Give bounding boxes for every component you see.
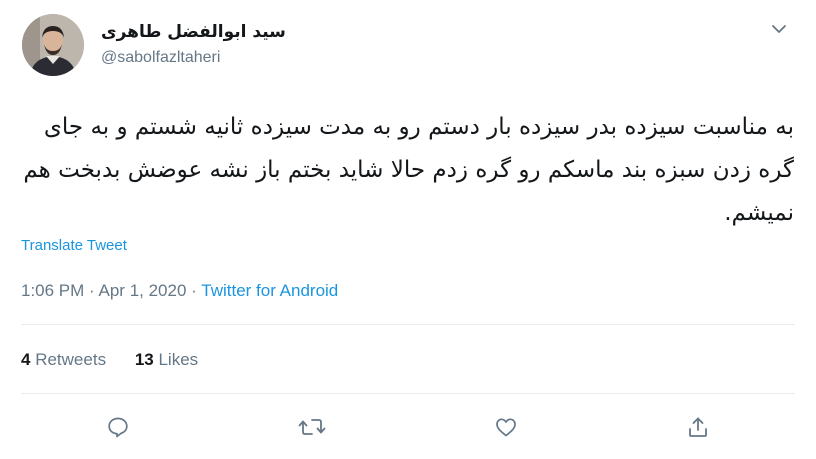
- likes-count: 13: [134, 350, 154, 369]
- user-handle[interactable]: @sabolfazltaheri: [101, 49, 220, 67]
- tweet-actions: [0, 409, 816, 445]
- reply-button[interactable]: [100, 409, 136, 445]
- reply-icon: [108, 417, 128, 438]
- tweet-source-link[interactable]: Twitter for Android: [201, 281, 338, 300]
- tweet-date[interactable]: Apr 1, 2020: [99, 281, 187, 300]
- like-button[interactable]: [488, 409, 524, 445]
- chevron-down-icon: [772, 25, 786, 33]
- retweets-count: 4: [21, 350, 31, 369]
- tweet-stats: 4 Retweets 13 Likes: [21, 350, 222, 370]
- likes-stat[interactable]: 13 Likes: [135, 350, 198, 370]
- divider: [21, 393, 795, 394]
- retweets-label: Retweets: [35, 350, 107, 369]
- retweet-button[interactable]: [294, 409, 330, 445]
- tweet-metadata: 1:06 PM · Apr 1, 2020 · Twitter for Andr…: [21, 281, 338, 301]
- likes-label: Likes: [158, 350, 199, 369]
- divider: [21, 324, 795, 325]
- tweet-text: به مناسبت سیزده بدر سیزده بار دستم رو به…: [23, 114, 794, 226]
- avatar[interactable]: [22, 14, 84, 76]
- share-button[interactable]: [680, 409, 716, 445]
- share-icon: [689, 417, 707, 437]
- heart-icon: [496, 418, 516, 437]
- avatar-image: [22, 14, 84, 76]
- meta-separator: ·: [89, 281, 95, 300]
- tweet-time[interactable]: 1:06 PM: [21, 281, 84, 300]
- retweet-icon: [298, 419, 326, 435]
- translate-tweet-link[interactable]: Translate Tweet: [21, 237, 127, 254]
- retweets-stat[interactable]: 4 Retweets: [21, 350, 106, 370]
- meta-separator: ·: [191, 281, 197, 300]
- display-name[interactable]: سید ابوالفضل طاهری: [101, 22, 286, 42]
- tweet-menu-button[interactable]: [768, 18, 790, 40]
